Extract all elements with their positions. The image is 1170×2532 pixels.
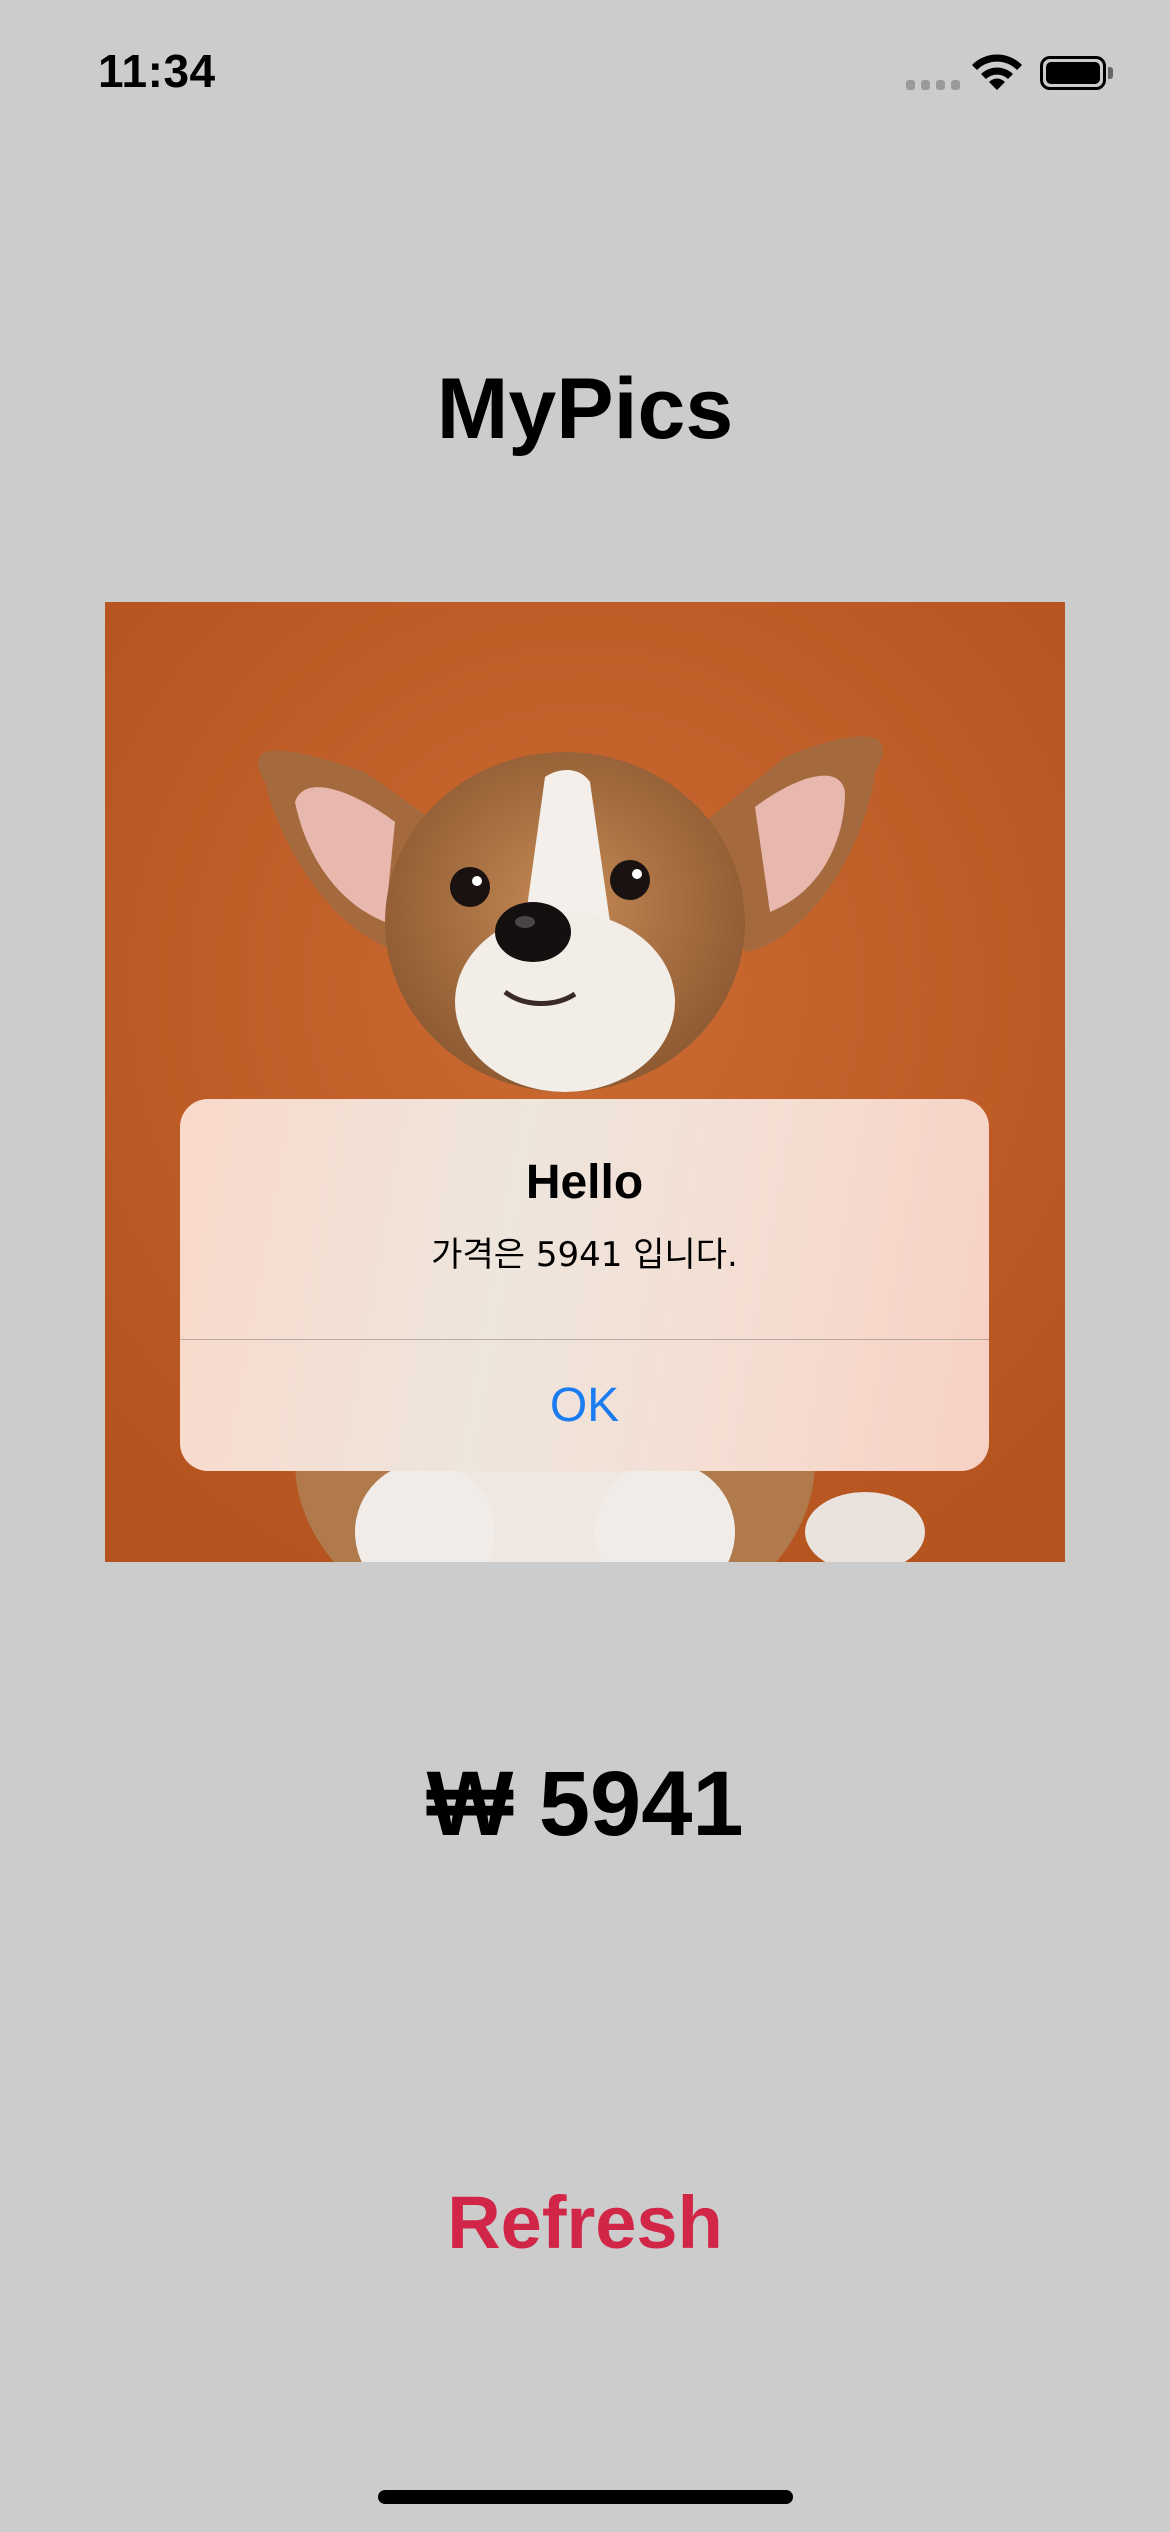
status-bar: 11:34 (0, 0, 1170, 140)
signal-icon (906, 80, 960, 90)
home-indicator[interactable] (378, 2490, 793, 2504)
alert-message: 가격은 5941 입니다. (431, 1235, 738, 1275)
price-label: ₩ 5941 (426, 1753, 744, 1855)
refresh-button[interactable]: Refresh (0, 2180, 1170, 2265)
status-time: 11:34 (98, 45, 216, 97)
app-title: MyPics (436, 361, 734, 457)
alert-ok-button[interactable]: OK (180, 1340, 989, 1471)
battery-icon (1040, 56, 1114, 90)
wifi-icon (968, 52, 1026, 92)
alert-title: Hello (525, 1156, 644, 1209)
alert-dialog: Hello 가격은 5941 입니다. OK (180, 1099, 989, 1471)
